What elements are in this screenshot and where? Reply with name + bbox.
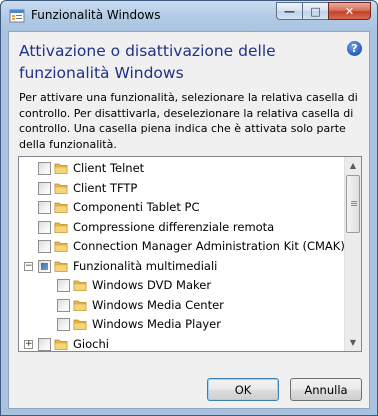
feature-checkbox[interactable]	[38, 259, 51, 273]
feature-checkbox[interactable]	[38, 240, 51, 253]
feature-label: Funzionalità multimediali	[73, 258, 218, 273]
close-icon: ✕	[344, 4, 355, 18]
features-tree[interactable]: Client Telnet Client TFTP Componenti Table…	[18, 156, 362, 352]
feature-row[interactable]: Client TFTP	[19, 179, 344, 198]
scroll-up-button[interactable]: ▲	[345, 157, 361, 174]
page-title: Attivazione o disattivazione delle funzi…	[19, 42, 276, 82]
feature-row[interactable]: Compressione differenziale remota	[19, 218, 344, 237]
feature-label: Giochi	[73, 336, 109, 351]
folder-icon	[54, 239, 68, 253]
scroll-up-arrow-icon: ▲	[349, 161, 357, 170]
minimize-icon: —	[284, 4, 295, 18]
feature-checkbox[interactable]	[57, 279, 70, 292]
feature-checkbox[interactable]	[38, 162, 51, 175]
feature-row[interactable]: Windows Media Player	[19, 315, 344, 334]
folder-icon	[54, 181, 68, 195]
feature-label: Connection Manager Administration Kit (C…	[73, 239, 344, 253]
close-button[interactable]: ✕	[328, 2, 371, 20]
folder-icon	[73, 278, 87, 292]
feature-row[interactable]: + Giochi	[19, 335, 344, 352]
feature-row[interactable]: Windows Media Center	[19, 296, 344, 315]
scroll-down-button[interactable]: ▼	[345, 334, 361, 351]
folder-icon	[54, 200, 68, 214]
feature-label: Client TFTP	[73, 180, 138, 195]
maximize-icon: □	[310, 4, 321, 18]
scroll-down-arrow-icon: ▼	[349, 338, 357, 347]
feature-label: Compressione differenziale remota	[73, 219, 275, 234]
feature-checkbox[interactable]	[38, 201, 51, 214]
feature-row[interactable]: Connection Manager Administration Kit (C…	[19, 237, 344, 256]
window-frame: Funzionalità Windows — □ ✕ Attivazione o…	[0, 0, 378, 416]
window-title: Funzionalità Windows	[31, 8, 161, 22]
title-bar[interactable]: Funzionalità Windows — □ ✕	[1, 1, 377, 31]
collapse-icon[interactable]: −	[24, 261, 33, 271]
feature-checkbox[interactable]	[38, 337, 51, 351]
instructions-text: Per attivare una funzionalità, seleziona…	[19, 91, 358, 151]
feature-row[interactable]: − Funzionalità multimediali	[19, 257, 344, 276]
feature-row[interactable]: Client Telnet	[19, 159, 344, 178]
folder-icon	[73, 298, 87, 312]
folder-icon	[54, 161, 68, 175]
feature-checkbox[interactable]	[38, 181, 51, 195]
cancel-button[interactable]: Annulla	[290, 378, 362, 401]
dialog-body: Attivazione o disattivazione delle funzi…	[8, 31, 370, 409]
scroll-thumb[interactable]	[346, 175, 360, 233]
folder-icon	[54, 259, 68, 273]
feature-checkbox[interactable]	[57, 298, 70, 312]
feature-row[interactable]: Componenti Tablet PC	[19, 198, 344, 217]
feature-label: Windows DVD Maker	[92, 278, 212, 292]
feature-label: Windows Media Player	[92, 317, 221, 331]
folder-icon	[54, 337, 68, 351]
feature-row[interactable]: Windows DVD Maker	[19, 276, 344, 295]
feature-label: Windows Media Center	[92, 297, 224, 312]
feature-checkbox[interactable]	[57, 318, 70, 331]
caption-buttons: — □ ✕	[276, 2, 371, 20]
maximize-button[interactable]: □	[302, 2, 328, 20]
features-window-icon	[9, 9, 25, 23]
vertical-scrollbar[interactable]: ▲ ▼	[344, 157, 361, 351]
feature-label: Client Telnet	[73, 161, 145, 175]
feature-checkbox[interactable]	[38, 220, 51, 234]
feature-label: Componenti Tablet PC	[73, 200, 200, 214]
folder-icon	[73, 317, 87, 331]
ok-button[interactable]: OK	[207, 378, 279, 401]
features-tree-viewport: Client Telnet Client TFTP Componenti Table…	[19, 157, 344, 351]
folder-icon	[54, 220, 68, 234]
expand-icon[interactable]: +	[24, 339, 33, 349]
minimize-button[interactable]: —	[276, 2, 302, 20]
help-icon[interactable]: ?	[347, 41, 362, 56]
